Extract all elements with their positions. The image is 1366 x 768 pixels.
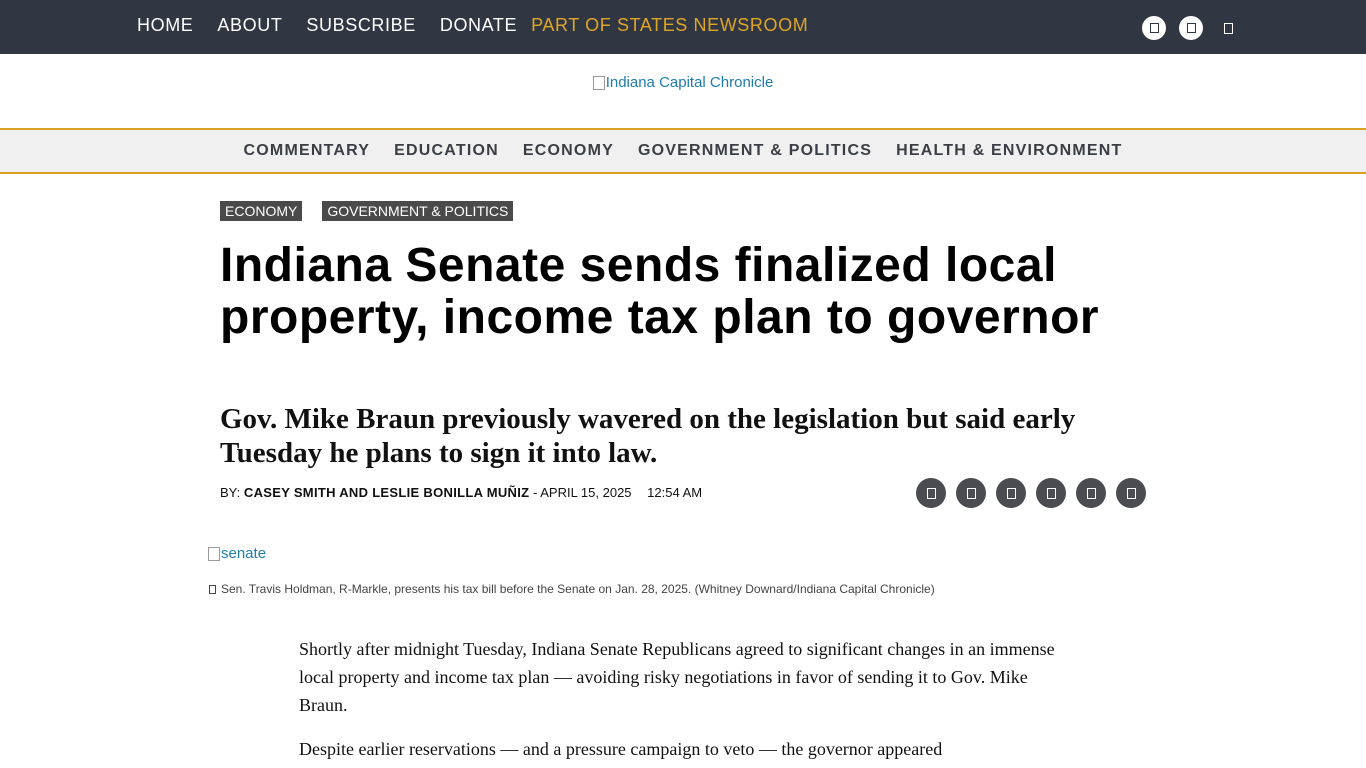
facebook-icon[interactable] bbox=[1142, 16, 1166, 40]
byline-authors[interactable]: CASEY SMITH AND LESLIE BONILLA MUÑIZ bbox=[244, 485, 530, 500]
logo-link[interactable]: Indiana Capital Chronicle bbox=[592, 74, 774, 91]
nav-home-link[interactable]: HOME bbox=[137, 15, 193, 36]
section-economy[interactable]: ECONOMY bbox=[523, 142, 614, 160]
twitter-icon[interactable] bbox=[996, 478, 1026, 508]
top-nav: HOME ABOUT SUBSCRIBE DONATE PART OF STAT… bbox=[137, 15, 808, 36]
section-education[interactable]: EDUCATION bbox=[394, 142, 499, 160]
top-bar: HOME ABOUT SUBSCRIBE DONATE PART OF STAT… bbox=[0, 0, 1366, 54]
facebook-icon[interactable] bbox=[956, 478, 986, 508]
image-caption: Sen. Travis Holdman, R-Markle, presents … bbox=[209, 582, 935, 596]
nav-donate-link[interactable]: DONATE bbox=[440, 15, 517, 36]
article-subhead: Gov. Mike Braun previously wavered on th… bbox=[220, 403, 1076, 469]
section-commentary[interactable]: COMMENTARY bbox=[244, 142, 371, 160]
article-body: Shortly after midnight Tuesday, Indiana … bbox=[299, 635, 1069, 768]
article-headline: Indiana Senate sends finalized local pro… bbox=[220, 239, 1100, 344]
broken-image-icon bbox=[208, 546, 220, 561]
section-government-politics[interactable]: GOVERNMENT & POLITICS bbox=[638, 142, 872, 160]
linkedin-icon[interactable] bbox=[1036, 478, 1066, 508]
nav-subscribe-link[interactable]: SUBSCRIBE bbox=[306, 15, 415, 36]
camera-icon bbox=[209, 584, 216, 594]
article-image-link[interactable]: senate bbox=[208, 545, 266, 562]
publish-time: 12:54 AM bbox=[647, 485, 703, 500]
email-icon[interactable] bbox=[916, 478, 946, 508]
article-tags: ECONOMY GOVERNMENT & POLITICS bbox=[220, 201, 533, 221]
republish-icon[interactable] bbox=[1116, 478, 1146, 508]
body-paragraph: Shortly after midnight Tuesday, Indiana … bbox=[299, 639, 1055, 715]
publish-date: - APRIL 15, 2025 bbox=[533, 485, 632, 500]
print-icon[interactable] bbox=[1076, 478, 1106, 508]
caption-text: Sen. Travis Holdman, R-Markle, presents … bbox=[221, 582, 935, 596]
broken-image-icon bbox=[592, 75, 605, 90]
body-paragraph: Despite earlier reservations — and a pre… bbox=[299, 739, 943, 759]
twitter-icon[interactable] bbox=[1179, 16, 1203, 40]
byline-prefix: BY: bbox=[220, 485, 241, 500]
article-image: senate bbox=[208, 545, 266, 566]
top-social-links bbox=[1142, 16, 1240, 40]
byline: BY: CASEY SMITH AND LESLIE BONILLA MUÑIZ… bbox=[220, 485, 702, 500]
article-image-alt: senate bbox=[221, 545, 267, 562]
tag-economy[interactable]: ECONOMY bbox=[220, 201, 303, 221]
states-newsroom-link[interactable]: PART OF STATES NEWSROOM bbox=[531, 15, 808, 36]
instagram-icon[interactable] bbox=[1216, 16, 1240, 40]
section-health-environment[interactable]: HEALTH & ENVIRONMENT bbox=[896, 142, 1122, 160]
logo-alt-text: Indiana Capital Chronicle bbox=[605, 74, 774, 91]
site-logo: Indiana Capital Chronicle bbox=[0, 74, 1366, 95]
nav-about-link[interactable]: ABOUT bbox=[217, 15, 282, 36]
section-nav: COMMENTARY EDUCATION ECONOMY GOVERNMENT … bbox=[0, 128, 1366, 174]
share-buttons bbox=[916, 478, 1156, 508]
tag-government-politics[interactable]: GOVERNMENT & POLITICS bbox=[322, 201, 514, 221]
